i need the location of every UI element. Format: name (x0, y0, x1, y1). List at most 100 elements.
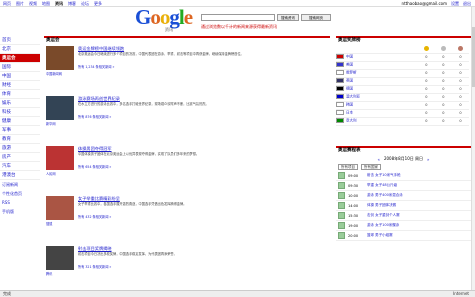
medal-country[interactable]: 日本 (336, 109, 418, 118)
left-nav-item[interactable]: 军事 (0, 126, 40, 135)
country-name[interactable]: 日本 (346, 111, 353, 115)
country-name[interactable]: 意大利 (346, 119, 357, 123)
top-nav-item[interactable]: 论坛 (81, 1, 89, 7)
related-news-link[interactable]: 所有 1,234 条相关新闻 » (78, 64, 114, 69)
top-nav-item[interactable]: 图片 (16, 1, 24, 7)
schedule-event[interactable]: 篮球 男子小组赛 (367, 233, 393, 238)
medal-count: 0 (451, 77, 469, 86)
left-nav-extra-link[interactable]: 个性化首页 (0, 189, 40, 198)
country-name[interactable]: 英国 (346, 79, 353, 83)
schedule-row[interactable]: 15:30 击剑 女子重剑个人赛 (336, 211, 471, 221)
left-nav-item[interactable]: 财经 (0, 81, 40, 90)
story-snippet: 在水立方进行的游泳比赛中，多名选手打破世界纪录，现场观众欢呼声不断，比赛气氛热烈… (78, 102, 209, 106)
schedule-event[interactable]: 游泳 女子100米蝶泳 (367, 223, 399, 228)
story-item: 中国新闻网 奥运金牌榜中国继续领跑 北京奥运会今日继续进行多个项目的决赛，中国代表团… (44, 46, 330, 94)
left-nav-item[interactable]: 体育 (0, 90, 40, 99)
top-nav-item[interactable]: 视频 (29, 1, 37, 7)
left-nav-item[interactable]: 科技 (0, 108, 40, 117)
left-nav-extra-link[interactable]: 订阅新闻 (0, 180, 40, 189)
schedule-event[interactable]: 举重 女子48公斤级 (367, 183, 397, 188)
medal-country[interactable]: 俄罗斯 (336, 69, 418, 78)
schedule-row[interactable]: 09:00 射击 女子10米气手枪 (336, 171, 471, 181)
left-nav-extra-link[interactable]: 手机版 (0, 207, 40, 216)
left-nav-item[interactable]: 汽车 (0, 162, 40, 171)
medal-count: 0 (434, 53, 452, 62)
story-thumbnail[interactable] (46, 46, 74, 70)
related-news-link[interactable]: 所有 654 条相关新闻 » (78, 164, 111, 169)
related-news-link[interactable]: 所有 432 条相关新闻 » (78, 214, 111, 219)
story-thumbnail-caption[interactable]: 搜狐 (46, 221, 52, 226)
left-nav-item[interactable]: 奥运会 (0, 54, 40, 63)
country-select[interactable]: 所有国家 (361, 164, 381, 170)
country-name[interactable]: 韩国 (346, 103, 353, 107)
search-web-button[interactable]: 搜索网页 (301, 14, 331, 21)
medal-row: 俄罗斯 0 0 0 (336, 69, 469, 78)
story-thumbnail-caption[interactable]: 人民网 (46, 171, 56, 176)
story-thumbnail[interactable] (46, 146, 74, 170)
story-thumbnail-caption[interactable]: 新华网 (46, 121, 56, 126)
medal-country[interactable]: 美国 (336, 61, 418, 70)
medal-country[interactable]: 德国 (336, 85, 418, 94)
schedule-event[interactable]: 击剑 女子重剑个人赛 (367, 213, 400, 218)
left-nav-item[interactable]: 娱乐 (0, 99, 40, 108)
schedule-row[interactable]: 10:00 游泳 男子400米混合泳 (336, 191, 471, 201)
medal-count: 0 (434, 85, 452, 94)
left-nav-item[interactable]: 健康 (0, 117, 40, 126)
schedule-row[interactable]: 20:00 篮球 男子小组赛 (336, 231, 471, 241)
medal-country[interactable]: 中国 (336, 53, 418, 62)
left-nav-item[interactable]: 旅游 (0, 144, 40, 153)
scrollbar[interactable] (471, 7, 475, 297)
prev-date-button[interactable]: « (378, 157, 380, 162)
signout-link[interactable]: 退出 (463, 1, 471, 7)
search-input[interactable] (201, 14, 275, 21)
schedule-row[interactable]: 19:00 游泳 女子100米蝶泳 (336, 221, 471, 231)
story-thumbnail[interactable] (46, 96, 74, 120)
medal-count: 0 (434, 61, 452, 70)
story-thumbnail-caption[interactable]: 腾讯 (46, 271, 52, 276)
story-thumbnail[interactable] (46, 196, 74, 220)
top-nav-item[interactable]: 资讯 (55, 1, 63, 7)
search-news-button[interactable]: 搜索资讯 (277, 14, 299, 21)
medal-row: 英国 0 0 0 (336, 77, 469, 86)
left-nav-item[interactable]: 房产 (0, 153, 40, 162)
related-news-link[interactable]: 所有 876 条相关新闻 » (78, 114, 111, 119)
medal-row: 澳大利亚 0 0 0 (336, 93, 469, 102)
top-nav-item[interactable]: 博客 (68, 1, 76, 7)
country-name[interactable]: 中国 (346, 55, 353, 59)
country-name[interactable]: 俄罗斯 (346, 71, 357, 75)
story-thumbnail[interactable] (46, 246, 74, 270)
logo-text: Google (135, 5, 193, 29)
schedule-row[interactable]: 09:30 举重 女子48公斤级 (336, 181, 471, 191)
schedule-event[interactable]: 游泳 男子400米混合泳 (367, 193, 403, 198)
top-nav-item[interactable]: 网页 (3, 1, 11, 7)
top-nav-item[interactable]: 地图 (42, 1, 50, 7)
country-name[interactable]: 德国 (346, 87, 353, 91)
top-nav-item[interactable]: 更多 (94, 1, 102, 7)
medal-country[interactable]: 英国 (336, 77, 418, 86)
left-nav-item[interactable]: 北京 (0, 45, 40, 54)
settings-link[interactable]: 设置 (451, 1, 459, 7)
medal-country[interactable]: 意大利 (336, 117, 418, 126)
medal-count: 0 (451, 117, 469, 126)
schedule-row[interactable]: 14:00 体操 男子团体决赛 (336, 201, 471, 211)
country-name[interactable]: 美国 (346, 63, 353, 67)
schedule-event[interactable]: 射击 女子10米气手枪 (367, 173, 401, 178)
medal-count: 0 (434, 93, 452, 102)
google-logo[interactable]: Google 资讯 (135, 7, 201, 35)
medal-country[interactable]: 韩国 (336, 101, 418, 110)
left-nav-item[interactable]: 国际 (0, 63, 40, 72)
story-thumbnail-caption[interactable]: 中国新闻网 (46, 71, 62, 76)
schedule-event[interactable]: 体操 男子团体决赛 (367, 203, 396, 208)
status-right: Internet (453, 291, 469, 296)
left-nav-item[interactable]: 港澳台 (0, 171, 40, 180)
medal-country[interactable]: 澳大利亚 (336, 93, 418, 102)
left-nav-item[interactable]: 首页 (0, 36, 40, 45)
next-date-button[interactable]: » (427, 157, 429, 162)
related-news-link[interactable]: 所有 321 条相关新闻 » (78, 264, 111, 269)
left-nav-item[interactable]: 教育 (0, 135, 40, 144)
sport-select[interactable]: 所有项目 (338, 164, 358, 170)
left-nav-extra-link[interactable]: RSS (0, 198, 40, 207)
country-flag-icon (336, 70, 344, 76)
left-nav-item[interactable]: 中国 (0, 72, 40, 81)
country-name[interactable]: 澳大利亚 (346, 95, 360, 99)
